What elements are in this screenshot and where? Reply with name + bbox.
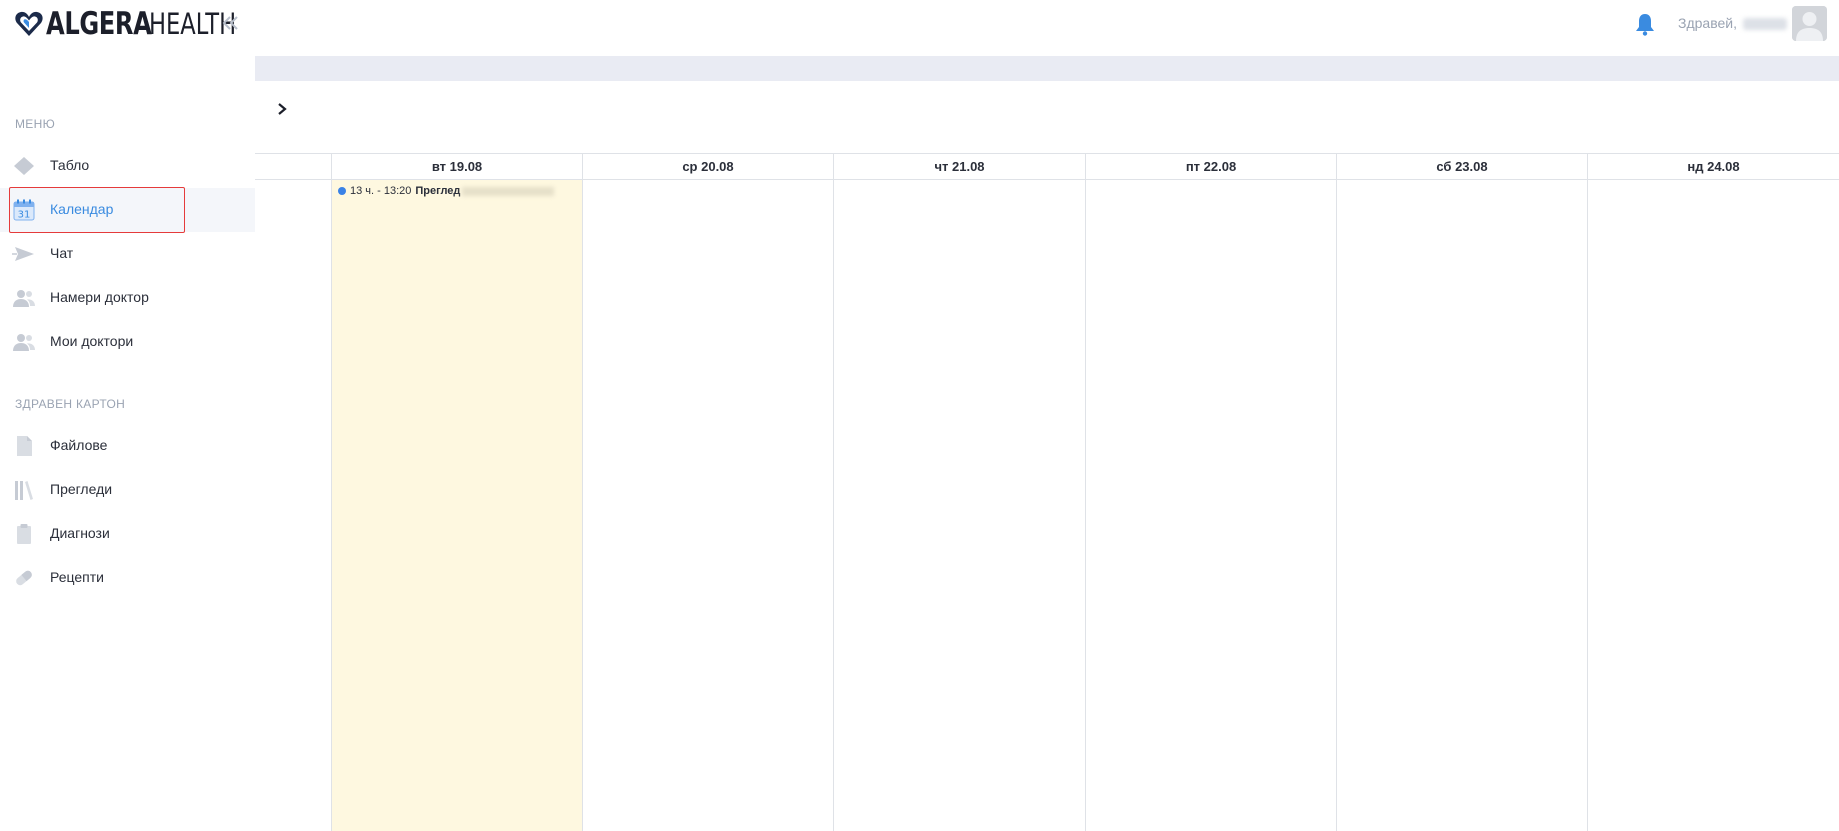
sidebar: ALGERA HEALTH МЕНЮ Табло 31 Календар Чат… — [0, 0, 255, 831]
day-header[interactable]: пт 22.08 — [1086, 154, 1336, 179]
sidebar-item-label: Файлове — [50, 437, 108, 453]
event-details-redacted — [462, 186, 555, 196]
user-greeting: Здравей, — [1678, 15, 1787, 31]
day-header[interactable]: чт 21.08 — [834, 154, 1085, 179]
file-icon — [17, 436, 32, 456]
avatar[interactable] — [1792, 6, 1827, 41]
day-header[interactable]: нд 24.08 — [1588, 154, 1839, 179]
event-status-dot — [338, 187, 346, 195]
greeting-text: Здравей, — [1678, 15, 1737, 31]
people-icon — [13, 290, 35, 307]
pill-icon — [16, 570, 32, 586]
sidebar-item-prescriptions[interactable]: Рецепти — [0, 556, 255, 600]
sidebar-item-label: Табло — [50, 157, 90, 173]
calendar-icon: 31 — [13, 199, 35, 221]
day-column-saturday[interactable]: сб 23.08 — [1336, 154, 1587, 831]
logo-text-bold: ALGERA — [46, 6, 152, 42]
collapse-sidebar-button[interactable] — [220, 12, 242, 34]
sidebar-item-label: Мои доктори — [50, 333, 134, 349]
send-icon — [12, 247, 34, 261]
sidebar-item-calendar[interactable]: 31 Календар — [0, 188, 255, 232]
sidebar-item-files[interactable]: Файлове — [0, 424, 255, 468]
sidebar-item-diagnoses[interactable]: Диагнози — [0, 512, 255, 556]
day-column-friday[interactable]: пт 22.08 — [1085, 154, 1336, 831]
sidebar-item-find-doctor[interactable]: Намери доктор — [0, 276, 255, 320]
calendar-event[interactable]: 13 ч. - 13:20 Преглед — [338, 183, 555, 199]
sidebar-item-label: Прегледи — [50, 481, 113, 497]
sidebar-item-label: Календар — [50, 201, 114, 217]
health-record-section-title: ЗДРАВЕН КАРТОН — [15, 397, 126, 411]
event-time: 13 ч. - 13:20 — [350, 185, 412, 197]
user-name-redacted — [1742, 18, 1787, 31]
calendar-icon-number: 31 — [18, 210, 31, 221]
notification-bell-icon[interactable] — [1634, 12, 1656, 36]
sidebar-item-dashboard[interactable]: Табло — [0, 144, 255, 188]
heart-logo-icon — [15, 11, 43, 36]
header-divider-strip — [255, 56, 1839, 81]
books-icon — [15, 481, 33, 500]
sidebar-item-examinations[interactable]: Прегледи — [0, 468, 255, 512]
double-chevron-left-icon — [222, 16, 238, 30]
clipboard-icon — [17, 524, 31, 544]
sidebar-item-label: Намери доктор — [50, 289, 149, 305]
calendar-header-bottom-border — [255, 179, 1839, 180]
sidebar-item-label: Диагнози — [50, 525, 110, 541]
user-avatar-icon — [1792, 6, 1827, 41]
day-column-tuesday[interactable]: вт 19.08 — [331, 154, 582, 831]
day-column-wednesday[interactable]: ср 20.08 — [582, 154, 833, 831]
sidebar-item-chat[interactable]: Чат — [0, 232, 255, 276]
sidebar-item-my-doctors[interactable]: Мои доктори — [0, 320, 255, 364]
people-icon — [13, 334, 35, 351]
diamond-icon — [14, 157, 34, 175]
menu-section-title: МЕНЮ — [15, 117, 55, 131]
chevron-right-icon[interactable] — [274, 100, 290, 118]
sidebar-item-label: Чат — [50, 245, 74, 261]
sidebar-item-label: Рецепти — [50, 569, 104, 585]
day-header[interactable]: вт 19.08 — [332, 154, 582, 179]
day-header[interactable]: сб 23.08 — [1337, 154, 1587, 179]
event-title: Преглед — [415, 185, 461, 197]
day-column-thursday[interactable]: чт 21.08 — [833, 154, 1085, 831]
day-header[interactable]: ср 20.08 — [583, 154, 833, 179]
day-column-sunday[interactable]: нд 24.08 — [1587, 154, 1839, 831]
top-bar — [255, 0, 1839, 56]
